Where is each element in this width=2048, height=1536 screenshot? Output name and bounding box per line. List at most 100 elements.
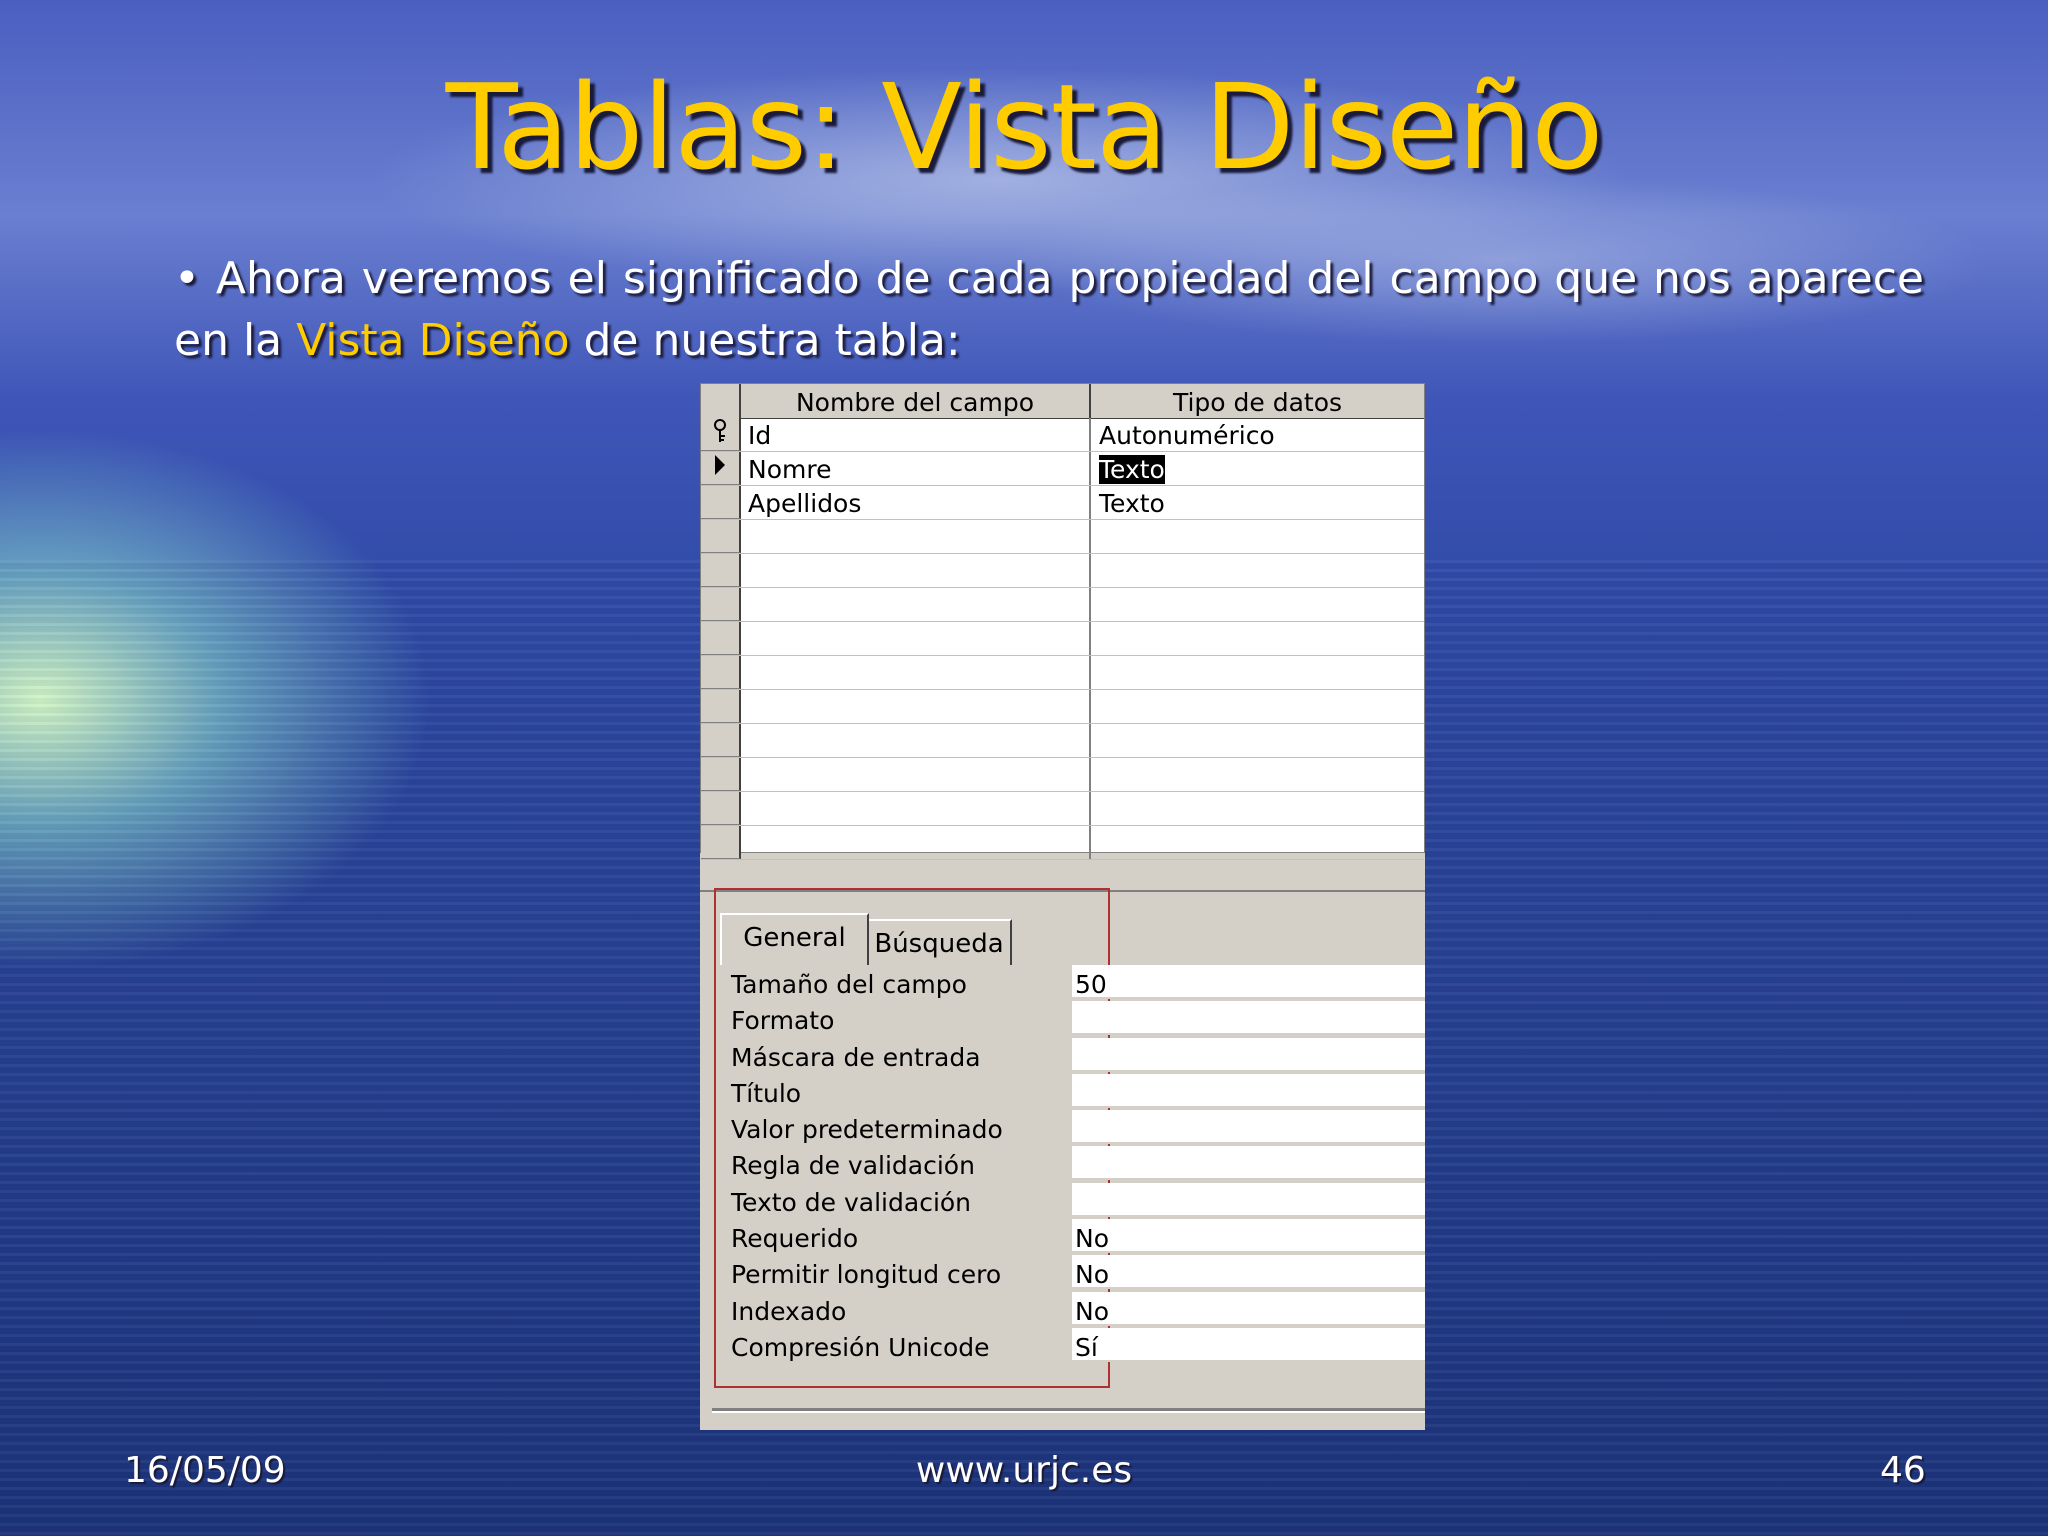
data-type-cell[interactable]: Texto	[1091, 452, 1424, 485]
field-name-cell[interactable]	[741, 622, 1091, 655]
property-value-field[interactable]	[1072, 1146, 1425, 1181]
data-type-cell[interactable]	[1091, 588, 1424, 621]
row-selector[interactable]	[701, 554, 741, 587]
field-name-cell[interactable]	[741, 588, 1091, 621]
data-type-cell[interactable]	[1091, 826, 1424, 859]
key-icon	[711, 418, 729, 450]
property-row[interactable]: Tamaño del campo 50	[720, 965, 1425, 1001]
property-value-field[interactable]: No	[1072, 1291, 1425, 1326]
property-value-field[interactable]	[1072, 1110, 1425, 1145]
row-selector[interactable]	[701, 690, 741, 723]
property-row[interactable]: Valor predeterminado	[720, 1110, 1425, 1146]
table-design-window: Nombre del campo Tipo de datos Id Autonum…	[700, 383, 1425, 1430]
footer-page-number: 46	[1880, 1450, 1926, 1491]
grid-row[interactable]	[701, 724, 1424, 758]
field-name-cell[interactable]	[741, 758, 1091, 791]
property-row[interactable]: Máscara de entrada	[720, 1037, 1425, 1074]
row-selector[interactable]	[701, 656, 741, 689]
data-type-cell[interactable]	[1091, 724, 1424, 757]
property-row[interactable]: Regla de validación	[720, 1146, 1425, 1182]
slide-title: Tablas: Vista Diseño	[445, 58, 1604, 196]
column-header-field-name[interactable]: Nombre del campo	[741, 384, 1091, 418]
row-selector[interactable]	[701, 486, 741, 519]
field-name-cell[interactable]	[741, 724, 1091, 757]
data-type-cell[interactable]	[1091, 520, 1424, 553]
property-row[interactable]: Requerido No	[720, 1219, 1425, 1255]
field-name-cell[interactable]: Apellidos	[741, 486, 1091, 519]
property-row[interactable]: Texto de validación	[720, 1182, 1425, 1219]
selected-type-text[interactable]: Texto	[1099, 455, 1165, 484]
property-row[interactable]: Título	[720, 1073, 1425, 1110]
field-name-cell[interactable]: Nomre	[741, 452, 1091, 485]
bullet-highlight: Vista Diseño	[296, 315, 570, 366]
property-label: Requerido	[731, 1224, 859, 1254]
property-label: Compresión Unicode	[731, 1332, 990, 1362]
grid-row[interactable]	[701, 826, 1424, 860]
row-selector[interactable]	[701, 520, 741, 553]
property-row[interactable]: Indexado No	[720, 1291, 1425, 1328]
tab-busqueda[interactable]: Búsqueda	[868, 919, 1012, 965]
grid-row[interactable]	[701, 554, 1424, 588]
row-selector[interactable]	[701, 622, 741, 655]
field-name-cell[interactable]	[741, 656, 1091, 689]
grid-row[interactable]	[701, 588, 1424, 622]
grid-row[interactable]: Nomre Texto	[701, 452, 1424, 486]
row-selector[interactable]	[701, 588, 741, 621]
field-grid: Nombre del campo Tipo de datos Id Autonum…	[700, 383, 1425, 860]
property-label: Texto de validación	[731, 1187, 972, 1217]
property-row[interactable]: Formato	[720, 1001, 1425, 1037]
field-name-cell[interactable]	[741, 690, 1091, 723]
property-label: Tamaño del campo	[731, 970, 967, 999]
field-properties-list: Tamaño del campo 50 Formato Máscara de entr…	[720, 965, 1425, 1364]
property-label: Título	[731, 1078, 802, 1108]
column-header-data-type[interactable]: Tipo de datos	[1091, 384, 1424, 418]
property-label: Permitir longitud cero	[731, 1260, 1002, 1290]
property-value-field[interactable]	[1072, 1037, 1425, 1072]
row-selector[interactable]	[701, 792, 741, 825]
property-row[interactable]: Permitir longitud cero No	[720, 1255, 1425, 1291]
grid-row[interactable]	[701, 758, 1424, 792]
data-type-cell[interactable]	[1091, 758, 1424, 791]
grid-row[interactable]	[701, 622, 1424, 656]
property-label: Indexado	[731, 1296, 847, 1326]
row-selector[interactable]	[701, 758, 741, 791]
data-type-cell[interactable]: Autonumérico	[1091, 418, 1424, 451]
data-type-cell[interactable]	[1091, 656, 1424, 689]
grid-row[interactable]: Apellidos Texto	[701, 486, 1424, 520]
data-type-cell[interactable]	[1091, 554, 1424, 587]
property-value-field[interactable]	[1072, 1073, 1425, 1108]
property-value-field[interactable]	[1072, 1001, 1425, 1036]
bullet-text: • Ahora veremos el significado de cada p…	[174, 248, 1924, 372]
bullet-text-end: de nuestra tabla:	[569, 315, 961, 366]
field-name-cell[interactable]	[741, 520, 1091, 553]
window-bottom-edge	[712, 1408, 1425, 1413]
property-value-field[interactable]: No	[1072, 1255, 1425, 1290]
row-selector[interactable]	[701, 418, 741, 451]
row-selector[interactable]	[701, 724, 741, 757]
row-selector[interactable]	[701, 826, 741, 859]
property-label: Formato	[731, 1006, 835, 1036]
row-selector[interactable]	[701, 452, 741, 485]
data-type-cell[interactable]	[1091, 792, 1424, 825]
property-label: Regla de validación	[731, 1151, 975, 1181]
grid-row[interactable]: Id Autonumérico	[701, 418, 1424, 452]
field-name-cell[interactable]	[741, 554, 1091, 587]
property-value-field[interactable]: 50	[1072, 965, 1425, 999]
grid-row[interactable]	[701, 656, 1424, 690]
current-row-arrow-icon	[713, 453, 727, 483]
field-name-cell[interactable]: Id	[741, 418, 1091, 451]
grid-row[interactable]	[701, 520, 1424, 554]
property-row[interactable]: Compresión Unicode Sí	[720, 1327, 1425, 1364]
data-type-cell[interactable]	[1091, 690, 1424, 723]
field-name-cell[interactable]	[741, 826, 1091, 859]
grid-row[interactable]	[701, 690, 1424, 724]
property-value-field[interactable]: Sí	[1072, 1327, 1425, 1362]
data-type-cell[interactable]	[1091, 622, 1424, 655]
field-name-cell[interactable]	[741, 792, 1091, 825]
tab-general[interactable]: General	[720, 913, 869, 965]
grid-row[interactable]	[701, 792, 1424, 826]
grid-corner-selector[interactable]	[701, 384, 741, 418]
property-value-field[interactable]	[1072, 1182, 1425, 1217]
data-type-cell[interactable]: Texto	[1091, 486, 1424, 519]
property-value-field[interactable]: No	[1072, 1219, 1425, 1254]
